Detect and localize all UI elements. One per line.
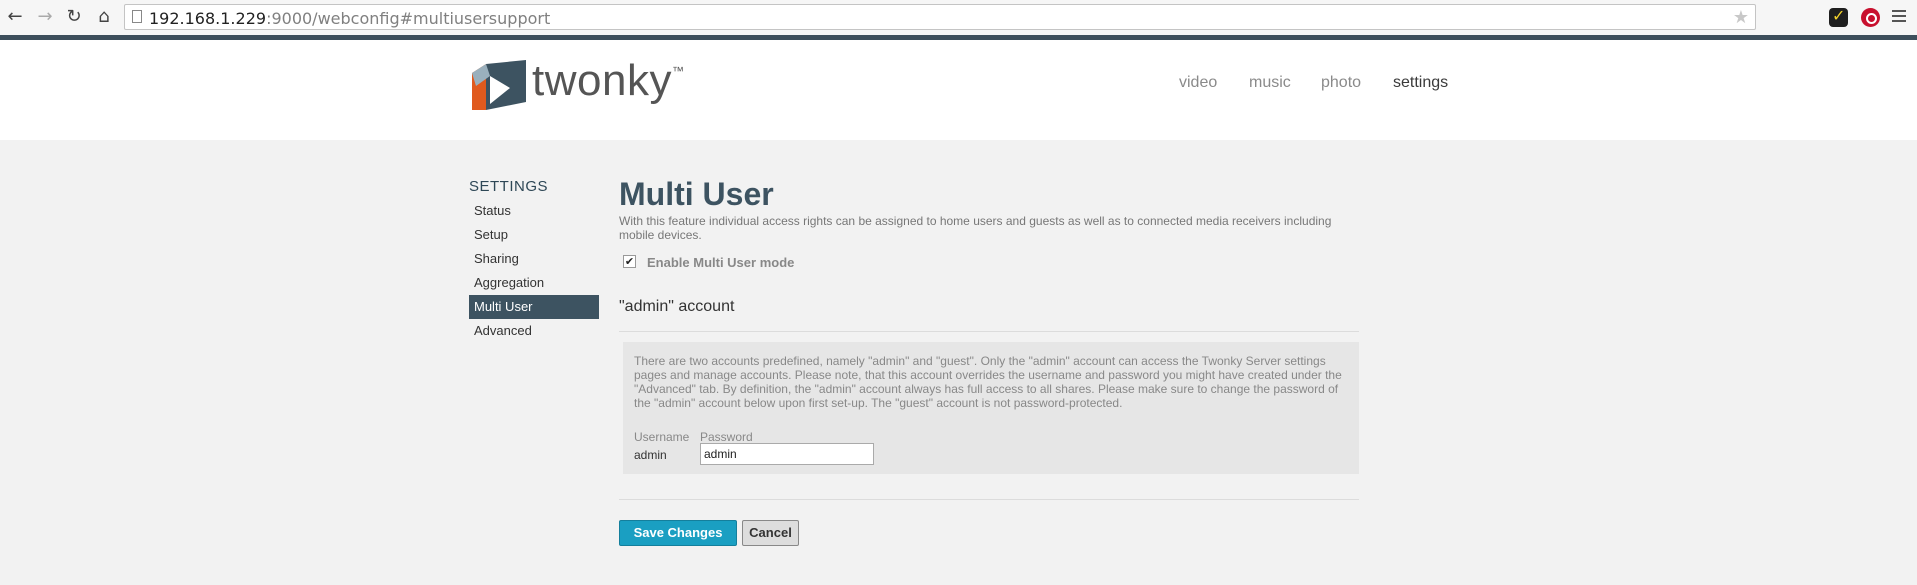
back-icon[interactable]: ← bbox=[4, 5, 26, 29]
nav-settings[interactable]: settings bbox=[1393, 74, 1448, 92]
nav-photo[interactable]: photo bbox=[1321, 74, 1361, 92]
nav-music[interactable]: music bbox=[1249, 74, 1291, 92]
divider bbox=[619, 499, 1359, 500]
username-value: admin bbox=[634, 448, 667, 462]
username-label: Username bbox=[634, 430, 690, 444]
url-text[interactable]: 192.168.1.229:9000/webconfig#multiusersu… bbox=[149, 9, 550, 28]
account-info-text: There are two accounts predefined, namel… bbox=[634, 354, 1342, 410]
sidebar-item-sharing[interactable]: Sharing bbox=[469, 247, 599, 271]
sidebar-title: SETTINGS bbox=[469, 178, 549, 195]
forward-icon[interactable]: → bbox=[34, 5, 56, 29]
reload-icon[interactable]: ↻ bbox=[63, 5, 85, 29]
section-title: "admin" account bbox=[619, 298, 735, 315]
extension-stop-icon[interactable] bbox=[1861, 8, 1880, 27]
menu-icon[interactable] bbox=[1892, 10, 1906, 25]
sidebar-item-multi-user[interactable]: Multi User bbox=[469, 295, 599, 319]
save-changes-button[interactable]: Save Changes bbox=[619, 520, 737, 546]
enable-multi-user-label[interactable]: Enable Multi User mode bbox=[647, 255, 794, 270]
site-header: twonky™ video music photo settings bbox=[0, 40, 1917, 140]
sidebar-item-advanced[interactable]: Advanced bbox=[469, 319, 599, 343]
page-icon bbox=[132, 10, 142, 23]
page-description: With this feature individual access righ… bbox=[619, 214, 1332, 242]
address-bar[interactable]: 192.168.1.229:9000/webconfig#multiusersu… bbox=[124, 4, 1756, 30]
browser-toolbar: ← → ↻ ⌂ 192.168.1.229:9000/webconfig#mul… bbox=[0, 0, 1917, 36]
password-input[interactable] bbox=[700, 443, 874, 465]
extension-check-icon[interactable] bbox=[1829, 6, 1848, 27]
cancel-button[interactable]: Cancel bbox=[742, 520, 799, 546]
home-icon[interactable]: ⌂ bbox=[93, 5, 115, 29]
twonky-logo-icon[interactable] bbox=[470, 58, 530, 113]
divider bbox=[619, 331, 1359, 332]
logo-wordmark[interactable]: twonky™ bbox=[532, 56, 684, 106]
page-title: Multi User bbox=[619, 176, 774, 212]
sidebar-item-status[interactable]: Status bbox=[469, 199, 599, 223]
sidebar-item-setup[interactable]: Setup bbox=[469, 223, 599, 247]
nav-video[interactable]: video bbox=[1179, 74, 1217, 92]
enable-multi-user-checkbox[interactable]: ✔ bbox=[623, 255, 636, 268]
password-label: Password bbox=[700, 430, 753, 444]
star-icon[interactable]: ★ bbox=[1733, 7, 1749, 28]
sidebar-item-aggregation[interactable]: Aggregation bbox=[469, 271, 599, 295]
